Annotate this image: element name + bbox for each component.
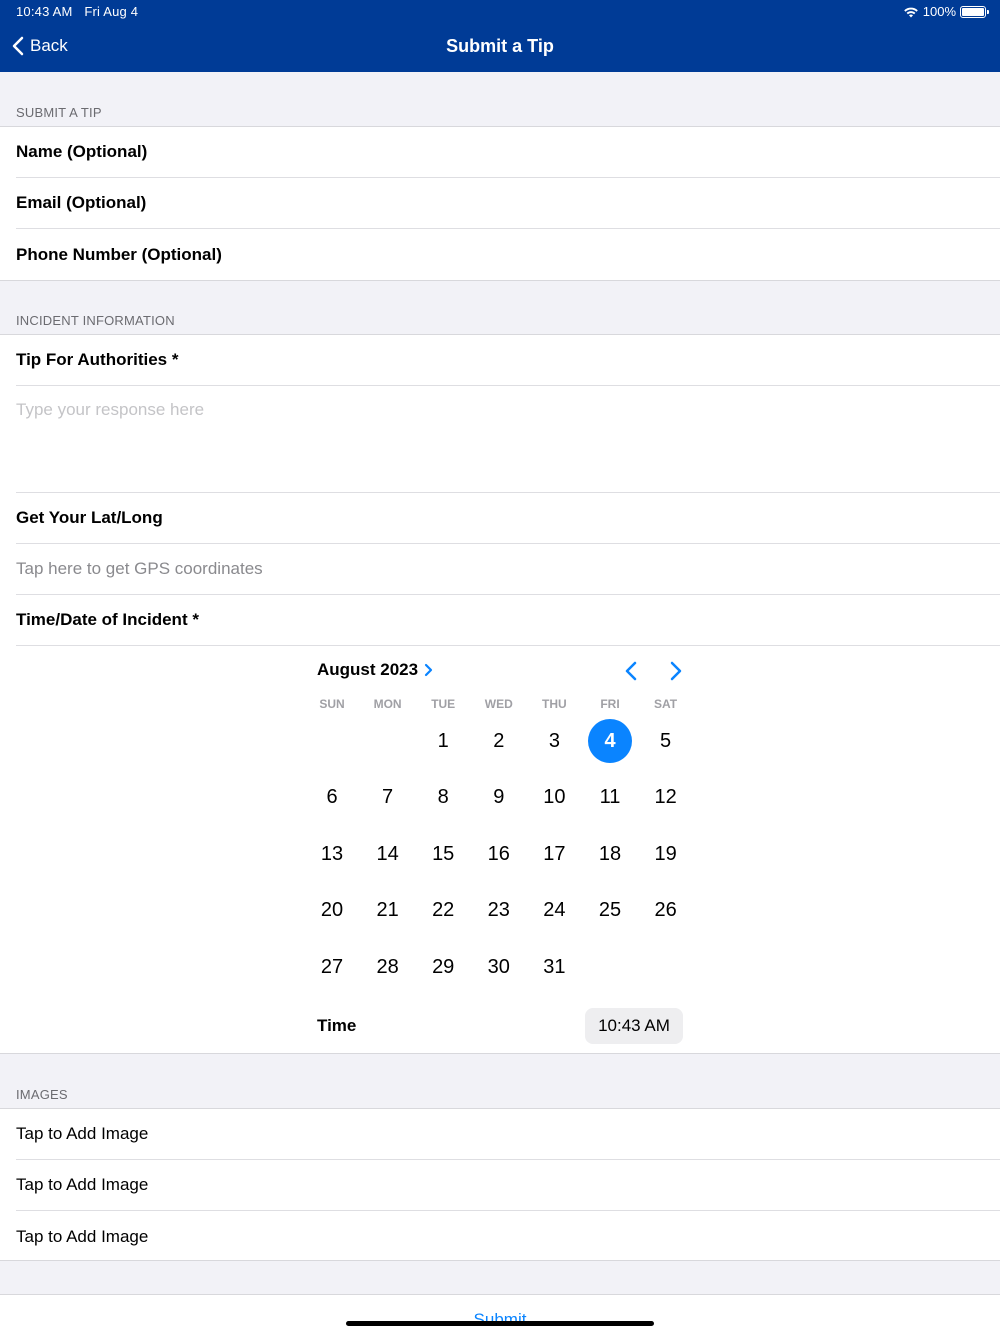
month-label: August 2023 <box>317 660 419 679</box>
calendar-day[interactable]: 21 <box>366 889 410 933</box>
latlong-label: Get Your Lat/Long <box>16 508 163 527</box>
chevron-right-icon <box>424 663 433 677</box>
name-field[interactable]: Name (Optional) <box>16 127 1000 178</box>
datetime-label: Time/Date of Incident * <box>16 610 199 629</box>
calendar-day[interactable]: 10 <box>532 776 576 820</box>
calendar-day[interactable]: 9 <box>477 776 521 820</box>
calendar-day[interactable]: 18 <box>588 832 632 876</box>
calendar-day[interactable]: 1 <box>421 719 465 763</box>
latlong-label-row: Get Your Lat/Long <box>16 493 1000 544</box>
calendar-day[interactable]: 24 <box>532 889 576 933</box>
calendar-header: August 2023 <box>317 655 684 687</box>
contact-fields-group: Name (Optional) Email (Optional) Phone N… <box>0 126 1000 281</box>
calendar-day[interactable]: 26 <box>644 889 688 933</box>
tip-textarea[interactable]: Type your response here <box>16 386 1000 493</box>
battery-percent: 100% <box>922 4 956 19</box>
calendar-day[interactable]: 6 <box>310 776 354 820</box>
navigation-bar: 10:43 AM Fri Aug 4 100% Back Submit a Ti… <box>0 0 1000 72</box>
weekday-header: SUN MON TUE WED THU FRI SAT <box>317 697 684 713</box>
calendar-day[interactable]: 13 <box>310 832 354 876</box>
month-selector[interactable]: August 2023 <box>317 660 433 680</box>
back-button[interactable]: Back <box>12 36 68 56</box>
phone-field-label: Phone Number (Optional) <box>16 244 222 264</box>
chevron-left-icon <box>12 36 24 56</box>
weekday-label: FRI <box>600 697 620 711</box>
weekday-label: WED <box>484 697 513 711</box>
images-group: Tap to Add Image Tap to Add Image Tap to… <box>0 1108 1000 1261</box>
page-title: Submit a Tip <box>446 36 554 56</box>
calendar-day[interactable]: 25 <box>588 889 632 933</box>
time-label: Time <box>317 1016 357 1035</box>
tip-placeholder: Type your response here <box>16 400 205 419</box>
calendar-day[interactable]: 20 <box>310 889 354 933</box>
section-header-incident: INCIDENT INFORMATION <box>16 313 175 328</box>
add-image-label: Tap to Add Image <box>16 1175 149 1194</box>
add-image-label: Tap to Add Image <box>16 1124 149 1143</box>
previous-month-button[interactable] <box>621 659 641 683</box>
name-field-label: Name (Optional) <box>16 142 148 161</box>
add-image-button[interactable]: Tap to Add Image <box>16 1211 1000 1262</box>
add-image-label: Tap to Add Image <box>16 1226 149 1246</box>
tip-for-authorities-label: Tip For Authorities * <box>16 350 179 369</box>
weekday-label: MON <box>373 697 402 711</box>
calendar-day[interactable]: 19 <box>644 832 688 876</box>
home-indicator <box>346 1321 654 1326</box>
submit-bar: Submit <box>0 1294 1000 1334</box>
calendar-day[interactable]: 28 <box>366 945 410 989</box>
calendar-day[interactable]: 7 <box>366 776 410 820</box>
calendar-day-selected[interactable]: 4 <box>588 719 632 763</box>
wifi-icon <box>903 7 918 17</box>
add-image-button[interactable]: Tap to Add Image <box>16 1160 1000 1211</box>
calendar-day[interactable]: 12 <box>644 776 688 820</box>
phone-field[interactable]: Phone Number (Optional) <box>16 229 1000 280</box>
status-bar-left: 10:43 AM Fri Aug 4 <box>16 4 138 19</box>
submit-button[interactable]: Submit <box>0 1310 1000 1330</box>
calendar-day[interactable]: 11 <box>588 776 632 820</box>
gps-button[interactable]: Tap here to get GPS coordinates <box>16 544 1000 595</box>
calendar-day[interactable]: 2 <box>477 719 521 763</box>
status-bar-right: 100% <box>903 4 989 19</box>
time-picker-button[interactable]: 10:43 AM <box>585 1008 683 1044</box>
tip-label-row: Tip For Authorities * <box>16 335 1000 386</box>
status-date: Fri Aug 4 <box>84 4 139 19</box>
section-header-submit-tip: SUBMIT A TIP <box>16 105 102 120</box>
calendar-day[interactable]: 8 <box>421 776 465 820</box>
back-label: Back <box>30 36 68 55</box>
calendar-day[interactable]: 16 <box>477 832 521 876</box>
time-value: 10:43 AM <box>598 1016 670 1035</box>
calendar-day[interactable]: 22 <box>421 889 465 933</box>
email-field-label: Email (Optional) <box>16 193 147 212</box>
calendar-day[interactable]: 23 <box>477 889 521 933</box>
status-time: 10:43 AM <box>16 4 73 19</box>
calendar-day[interactable]: 5 <box>644 719 688 763</box>
battery-icon <box>960 5 989 18</box>
calendar-day[interactable]: 14 <box>366 832 410 876</box>
weekday-label: THU <box>542 697 567 711</box>
email-field[interactable]: Email (Optional) <box>16 178 1000 229</box>
gps-hint: Tap here to get GPS coordinates <box>16 559 263 578</box>
datetime-label-row: Time/Date of Incident * <box>16 595 1000 646</box>
add-image-button[interactable]: Tap to Add Image <box>16 1109 1000 1160</box>
weekday-label: SAT <box>654 697 678 711</box>
weekday-label: TUE <box>431 697 456 711</box>
next-month-button[interactable] <box>666 659 686 683</box>
calendar-day[interactable]: 30 <box>477 945 521 989</box>
section-header-images: IMAGES <box>16 1087 68 1102</box>
weekday-label: SUN <box>319 697 345 711</box>
